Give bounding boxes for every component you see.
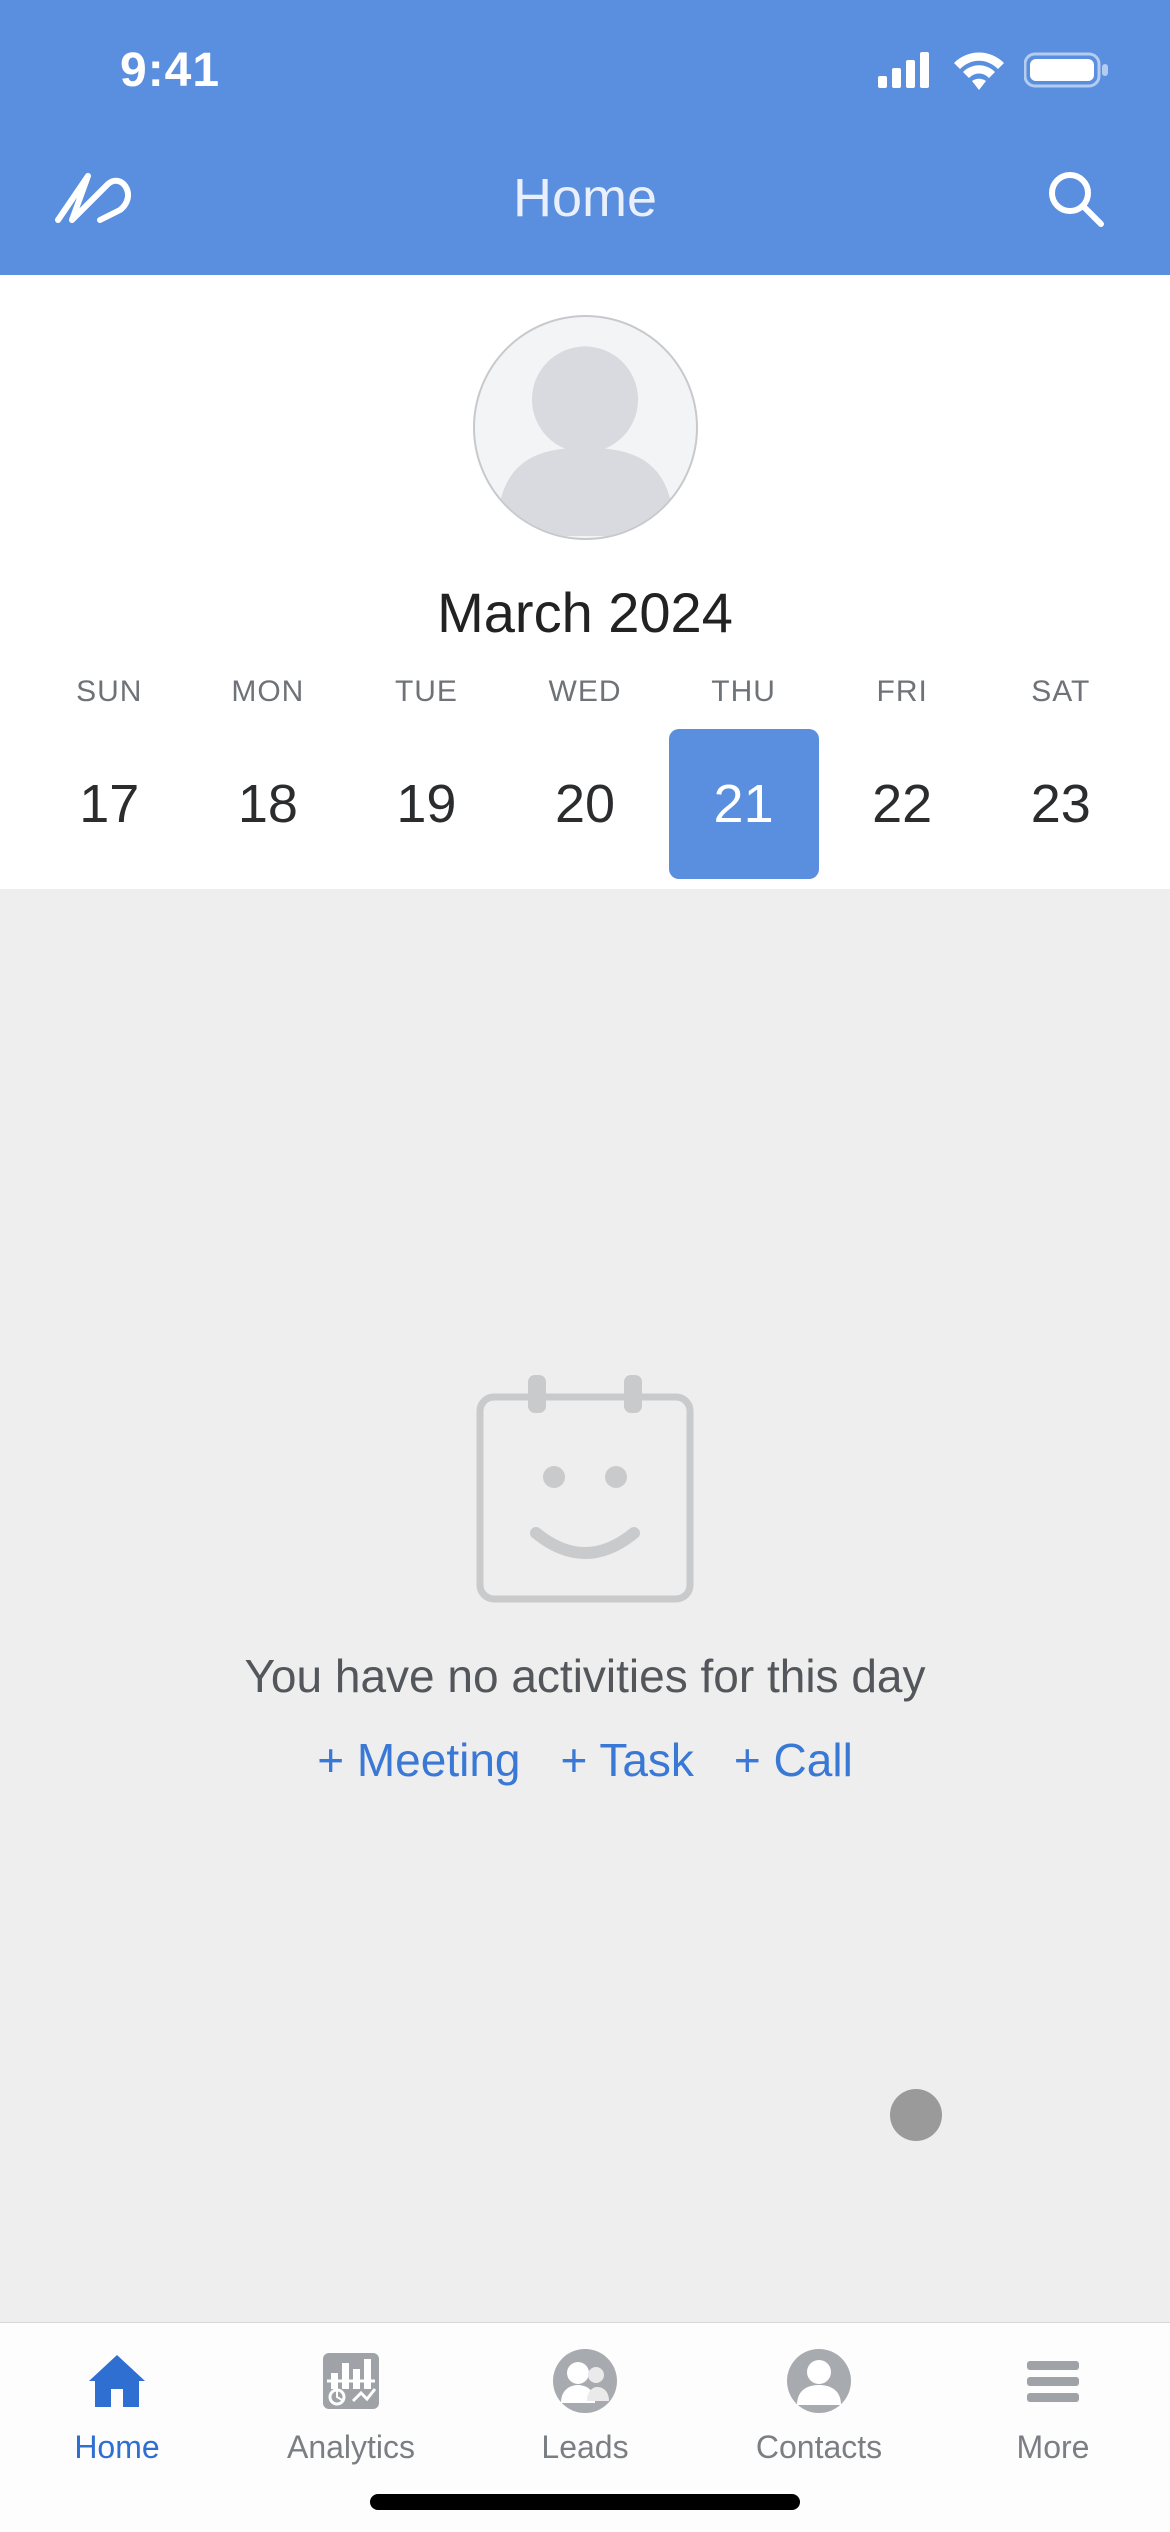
date-cell[interactable]: 20 (506, 729, 665, 879)
dow-label: SUN (30, 675, 189, 709)
nav-bar: Home (0, 140, 1170, 275)
dow-label: WED (506, 675, 665, 709)
date-cell[interactable]: 22 (823, 729, 982, 879)
status-bar: 9:41 (0, 0, 1170, 140)
empty-calendar-icon (470, 1369, 700, 1609)
tab-analytics[interactable]: Analytics (234, 2345, 468, 2466)
tab-more[interactable]: More (936, 2345, 1170, 2466)
avatar-placeholder-icon (475, 315, 696, 538)
activities-content: You have no activities for this day + Me… (0, 889, 1170, 2322)
profile-region: March 2024 (0, 275, 1170, 675)
dow-label: FRI (823, 675, 982, 709)
zia-button[interactable] (50, 166, 140, 230)
cellular-icon (878, 52, 934, 88)
add-call-button[interactable]: + Call (734, 1733, 853, 1787)
zia-logo-icon (50, 166, 140, 230)
wifi-icon (952, 50, 1006, 90)
analytics-icon (315, 2345, 387, 2417)
tab-label: Leads (541, 2429, 628, 2466)
tab-label: More (1017, 2429, 1090, 2466)
page-title: Home (513, 167, 657, 229)
date-cell[interactable]: 21 (664, 729, 823, 879)
date-cell[interactable]: 18 (189, 729, 348, 879)
add-meeting-button[interactable]: + Meeting (317, 1733, 520, 1787)
home-indicator[interactable] (370, 2494, 800, 2510)
date-cell[interactable]: 19 (347, 729, 506, 879)
avatar[interactable] (473, 315, 698, 540)
status-time: 9:41 (120, 43, 220, 98)
search-button[interactable] (1030, 166, 1120, 230)
empty-state-message: You have no activities for this day (244, 1649, 925, 1703)
battery-icon (1024, 50, 1110, 90)
tab-contacts[interactable]: Contacts (702, 2345, 936, 2466)
date-cell[interactable]: 17 (30, 729, 189, 879)
dow-label: THU (664, 675, 823, 709)
dow-label: MON (189, 675, 348, 709)
week-strip: SUN MON TUE WED THU FRI SAT 17 18 19 20 … (0, 675, 1170, 889)
status-indicators (878, 50, 1110, 90)
month-label: March 2024 (437, 580, 733, 645)
cursor-dot (890, 2089, 942, 2141)
home-icon (81, 2345, 153, 2417)
tab-label: Analytics (287, 2429, 415, 2466)
dow-label: SAT (981, 675, 1140, 709)
hamburger-icon (1017, 2345, 1089, 2417)
dow-label: TUE (347, 675, 506, 709)
search-icon (1043, 166, 1107, 230)
leads-icon (549, 2345, 621, 2417)
tab-leads[interactable]: Leads (468, 2345, 702, 2466)
tab-home[interactable]: Home (0, 2345, 234, 2466)
add-task-button[interactable]: + Task (561, 1733, 694, 1787)
tab-label: Contacts (756, 2429, 882, 2466)
date-cell[interactable]: 23 (981, 729, 1140, 879)
contacts-icon (783, 2345, 855, 2417)
tab-label: Home (74, 2429, 159, 2466)
